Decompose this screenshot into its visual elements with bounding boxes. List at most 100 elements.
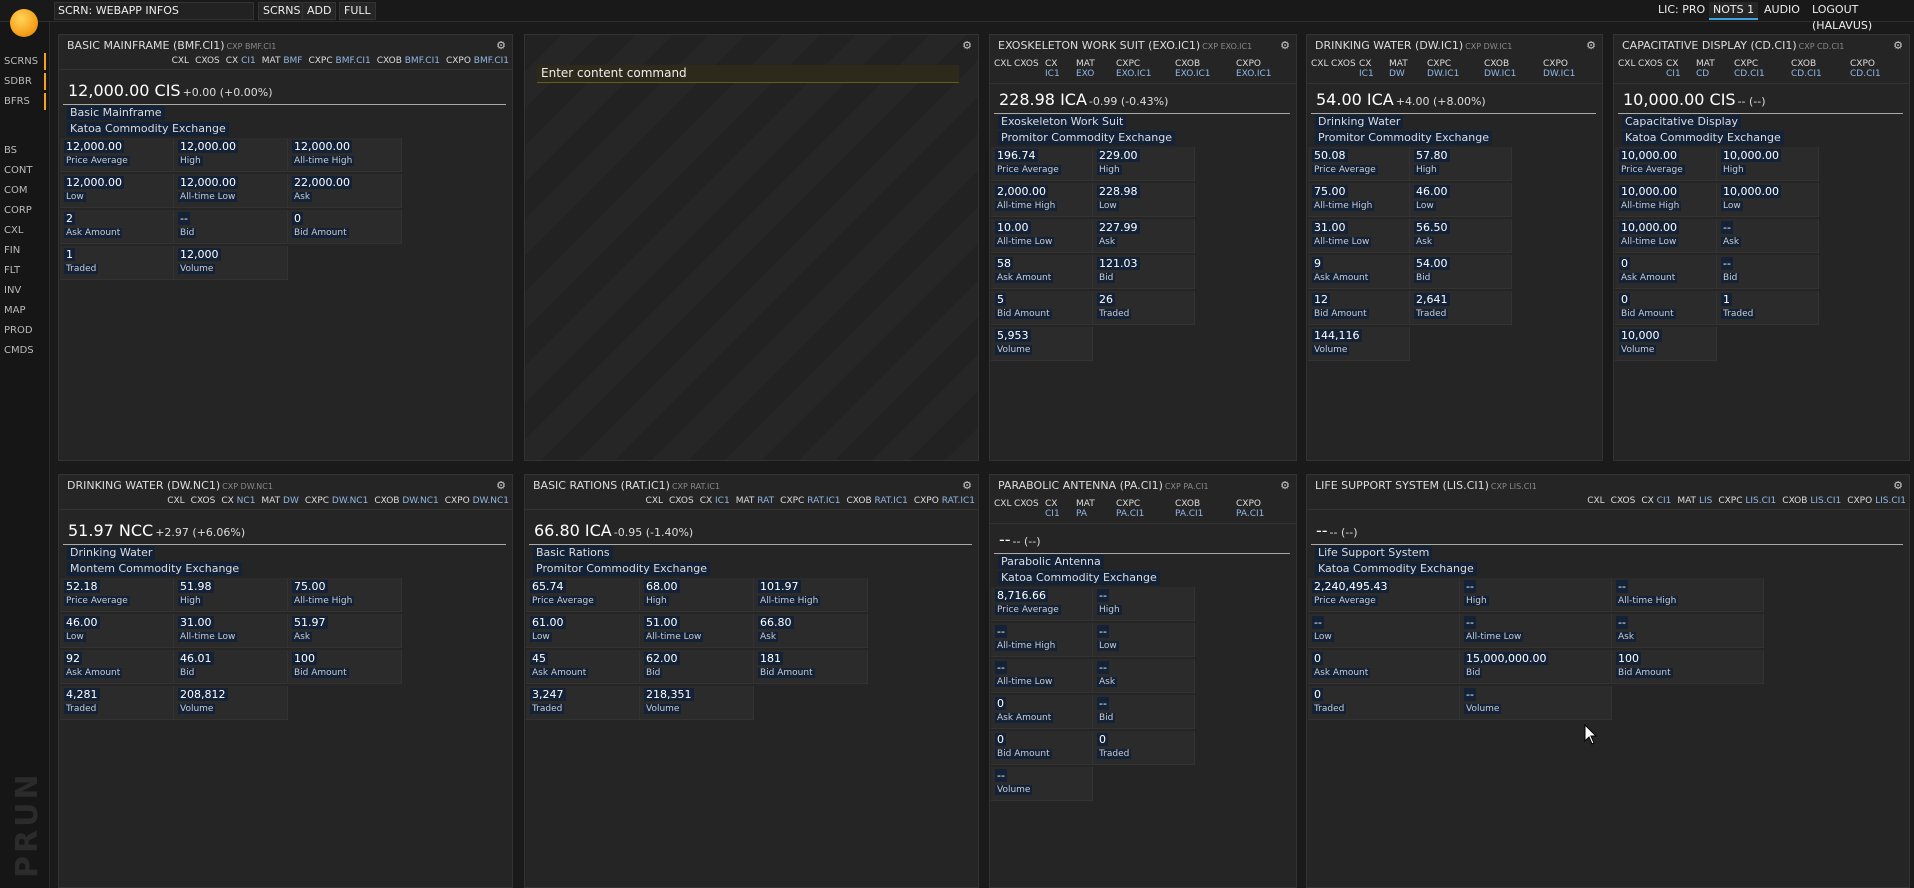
tab-cxob[interactable]: CXOB BMF.CI1 xyxy=(377,56,440,67)
tab-mat[interactable]: MAT DW xyxy=(1389,59,1408,79)
sidebar-item-cont[interactable]: CONT xyxy=(4,162,46,179)
stat-label: High xyxy=(1097,165,1122,175)
market-tile: LIFE SUPPORT SYSTEM (LIS.CI1) CXP LIS.CI1… xyxy=(1306,474,1910,888)
sidebar-item-prod[interactable]: PROD xyxy=(4,322,46,339)
stat-value: 62.00 xyxy=(644,652,680,665)
logout-button[interactable]: LOGOUT (HALAVUS) xyxy=(1808,2,1914,32)
tab-cxob[interactable]: CXOB PA.CI1 xyxy=(1175,499,1203,519)
tab-cxob[interactable]: CXOB EXO.IC1 xyxy=(1175,59,1211,79)
tab-mat[interactable]: MAT PA xyxy=(1076,499,1095,519)
tab-cxos[interactable]: CXOS xyxy=(1638,59,1663,69)
tab-cxos[interactable]: CXOS xyxy=(1611,496,1636,507)
tab-mat[interactable]: MAT RAT xyxy=(736,496,774,507)
tab-cxpo[interactable]: CXPO RAT.IC1 xyxy=(914,496,975,507)
sidebar-item-fin[interactable]: FIN xyxy=(4,242,46,259)
license-indicator[interactable]: LIC: PRO xyxy=(1654,2,1709,20)
tab-cxpc[interactable]: CXPC DW.NC1 xyxy=(305,496,368,507)
tab-cxob[interactable]: CXOB CD.CI1 xyxy=(1791,59,1822,79)
gear-icon[interactable]: ⚙ xyxy=(962,479,972,492)
stat-cell: 10.00 All-time Low xyxy=(991,219,1093,253)
notifications-button[interactable]: NOTS 1 xyxy=(1709,2,1759,20)
tab-cxl[interactable]: CXL xyxy=(172,56,189,67)
gear-icon[interactable]: ⚙ xyxy=(1280,479,1290,492)
tab-cx[interactable]: CX IC1 xyxy=(1045,59,1060,79)
gear-icon[interactable]: ⚙ xyxy=(496,39,506,52)
add-button[interactable]: ADD xyxy=(302,2,337,20)
tab-cxpc[interactable]: CXPC RAT.IC1 xyxy=(780,496,840,507)
audio-button[interactable]: AUDIO xyxy=(1760,2,1804,20)
tab-mat[interactable]: MAT BMF xyxy=(262,56,303,67)
tab-cx[interactable]: CX CI1 xyxy=(1641,496,1671,507)
tab-cxl[interactable]: CXL xyxy=(994,499,1011,509)
sidebar-item-map[interactable]: MAP xyxy=(4,302,46,319)
full-button[interactable]: FULL xyxy=(339,2,376,20)
tab-cxob[interactable]: CXOB RAT.IC1 xyxy=(847,496,908,507)
sidebar-item-cmds[interactable]: CMDS xyxy=(4,342,46,359)
tab-cxl[interactable]: CXL xyxy=(1587,496,1604,507)
sidebar-item-inv[interactable]: INV xyxy=(4,282,46,299)
tab-cxpc[interactable]: CXPC LIS.CI1 xyxy=(1718,496,1776,507)
tab-cxpo[interactable]: CXPO DW.IC1 xyxy=(1543,59,1575,79)
tab-cxpc[interactable]: CXPC CD.CI1 xyxy=(1734,59,1765,79)
tab-cxl[interactable]: CXL xyxy=(1618,59,1635,69)
tab-cxos[interactable]: CXOS xyxy=(195,56,220,67)
tab-cxob[interactable]: CXOB DW.NC1 xyxy=(374,496,438,507)
app-logo-icon[interactable] xyxy=(10,9,38,37)
stat-label: Ask xyxy=(1414,237,1435,247)
gear-icon[interactable]: ⚙ xyxy=(1893,479,1903,492)
sidebar-item-bfrs[interactable]: BFRS xyxy=(4,93,46,110)
tab-cxob[interactable]: CXOB DW.IC1 xyxy=(1484,59,1516,79)
tab-cxos[interactable]: CXOS xyxy=(1014,59,1039,69)
gear-icon[interactable]: ⚙ xyxy=(496,479,506,492)
tab-cx[interactable]: CX IC1 xyxy=(1359,59,1374,79)
tab-mat[interactable]: MAT EXO xyxy=(1076,59,1095,79)
tab-cxos[interactable]: CXOS xyxy=(1014,499,1039,509)
sidebar-item-bs[interactable]: BS xyxy=(4,142,46,159)
stat-cell: 121.03 Bid xyxy=(1093,255,1195,289)
tab-cx[interactable]: CX IC1 xyxy=(700,496,730,507)
tab-cx[interactable]: CX CI1 xyxy=(1666,59,1681,79)
tab-cxl[interactable]: CXL xyxy=(1311,59,1328,69)
tab-cxos[interactable]: CXOS xyxy=(669,496,694,507)
tab-cxl[interactable]: CXL xyxy=(167,496,184,507)
tab-row: CXL CXOS CX CI1 MAT LIS CXPC LIS.CI1 CXOB L… xyxy=(1307,496,1909,510)
sidebar-item-com[interactable]: COM xyxy=(4,182,46,199)
tab-cxpc[interactable]: CXPC DW.IC1 xyxy=(1427,59,1459,79)
command-input[interactable]: Enter content command xyxy=(537,65,959,83)
stat-cell: 229.00 High xyxy=(1093,147,1195,181)
tab-cxpo[interactable]: CXPO PA.CI1 xyxy=(1236,499,1264,519)
tab-cx[interactable]: CX NC1 xyxy=(221,496,255,507)
sidebar-item-cxl[interactable]: CXL xyxy=(4,222,46,239)
tab-cxpo[interactable]: CXPO EXO.IC1 xyxy=(1236,59,1272,79)
tab-cxos[interactable]: CXOS xyxy=(191,496,216,507)
tab-mat[interactable]: MAT CD xyxy=(1696,59,1715,79)
tab-cxpo[interactable]: CXPO LIS.CI1 xyxy=(1847,496,1906,507)
tab-cxl[interactable]: CXL xyxy=(646,496,663,507)
stat-cell: 12,000.00 All-time High xyxy=(288,138,402,172)
tab-cx[interactable]: CX CI1 xyxy=(226,56,256,67)
tab-cxpo[interactable]: CXPO DW.NC1 xyxy=(445,496,509,507)
tab-cxpc[interactable]: CXPC PA.CI1 xyxy=(1116,499,1144,519)
tab-cxpc[interactable]: CXPC BMF.CI1 xyxy=(308,56,370,67)
stat-value: -- xyxy=(995,769,1007,782)
tab-cxos[interactable]: CXOS xyxy=(1331,59,1356,69)
gear-icon[interactable]: ⚙ xyxy=(962,39,972,52)
tab-cxpc[interactable]: CXPC EXO.IC1 xyxy=(1116,59,1152,79)
gear-icon[interactable]: ⚙ xyxy=(1586,39,1596,52)
tab-mat[interactable]: MAT LIS xyxy=(1677,496,1712,507)
gear-icon[interactable]: ⚙ xyxy=(1280,39,1290,52)
tab-cxpo[interactable]: CXPO CD.CI1 xyxy=(1850,59,1881,79)
tab-mat[interactable]: MAT DW xyxy=(261,496,298,507)
sidebar-item-flt[interactable]: FLT xyxy=(4,262,46,279)
sidebar-item-scrns[interactable]: SCRNS xyxy=(4,53,46,70)
screen-title-field[interactable]: SCRN: WEBAPP INFOS xyxy=(54,2,254,20)
scrns-button[interactable]: SCRNS xyxy=(258,2,306,20)
sidebar-item-sdbr[interactable]: SDBR xyxy=(4,73,46,90)
tab-cxl[interactable]: CXL xyxy=(994,59,1011,69)
tab-cxob[interactable]: CXOB LIS.CI1 xyxy=(1782,496,1841,507)
sidebar-item-corp[interactable]: CORP xyxy=(4,202,46,219)
tab-cx[interactable]: CX CI1 xyxy=(1045,499,1060,519)
tab-cxpo[interactable]: CXPO BMF.CI1 xyxy=(446,56,509,67)
gear-icon[interactable]: ⚙ xyxy=(1893,39,1903,52)
stat-label: Ask Amount xyxy=(995,273,1054,283)
